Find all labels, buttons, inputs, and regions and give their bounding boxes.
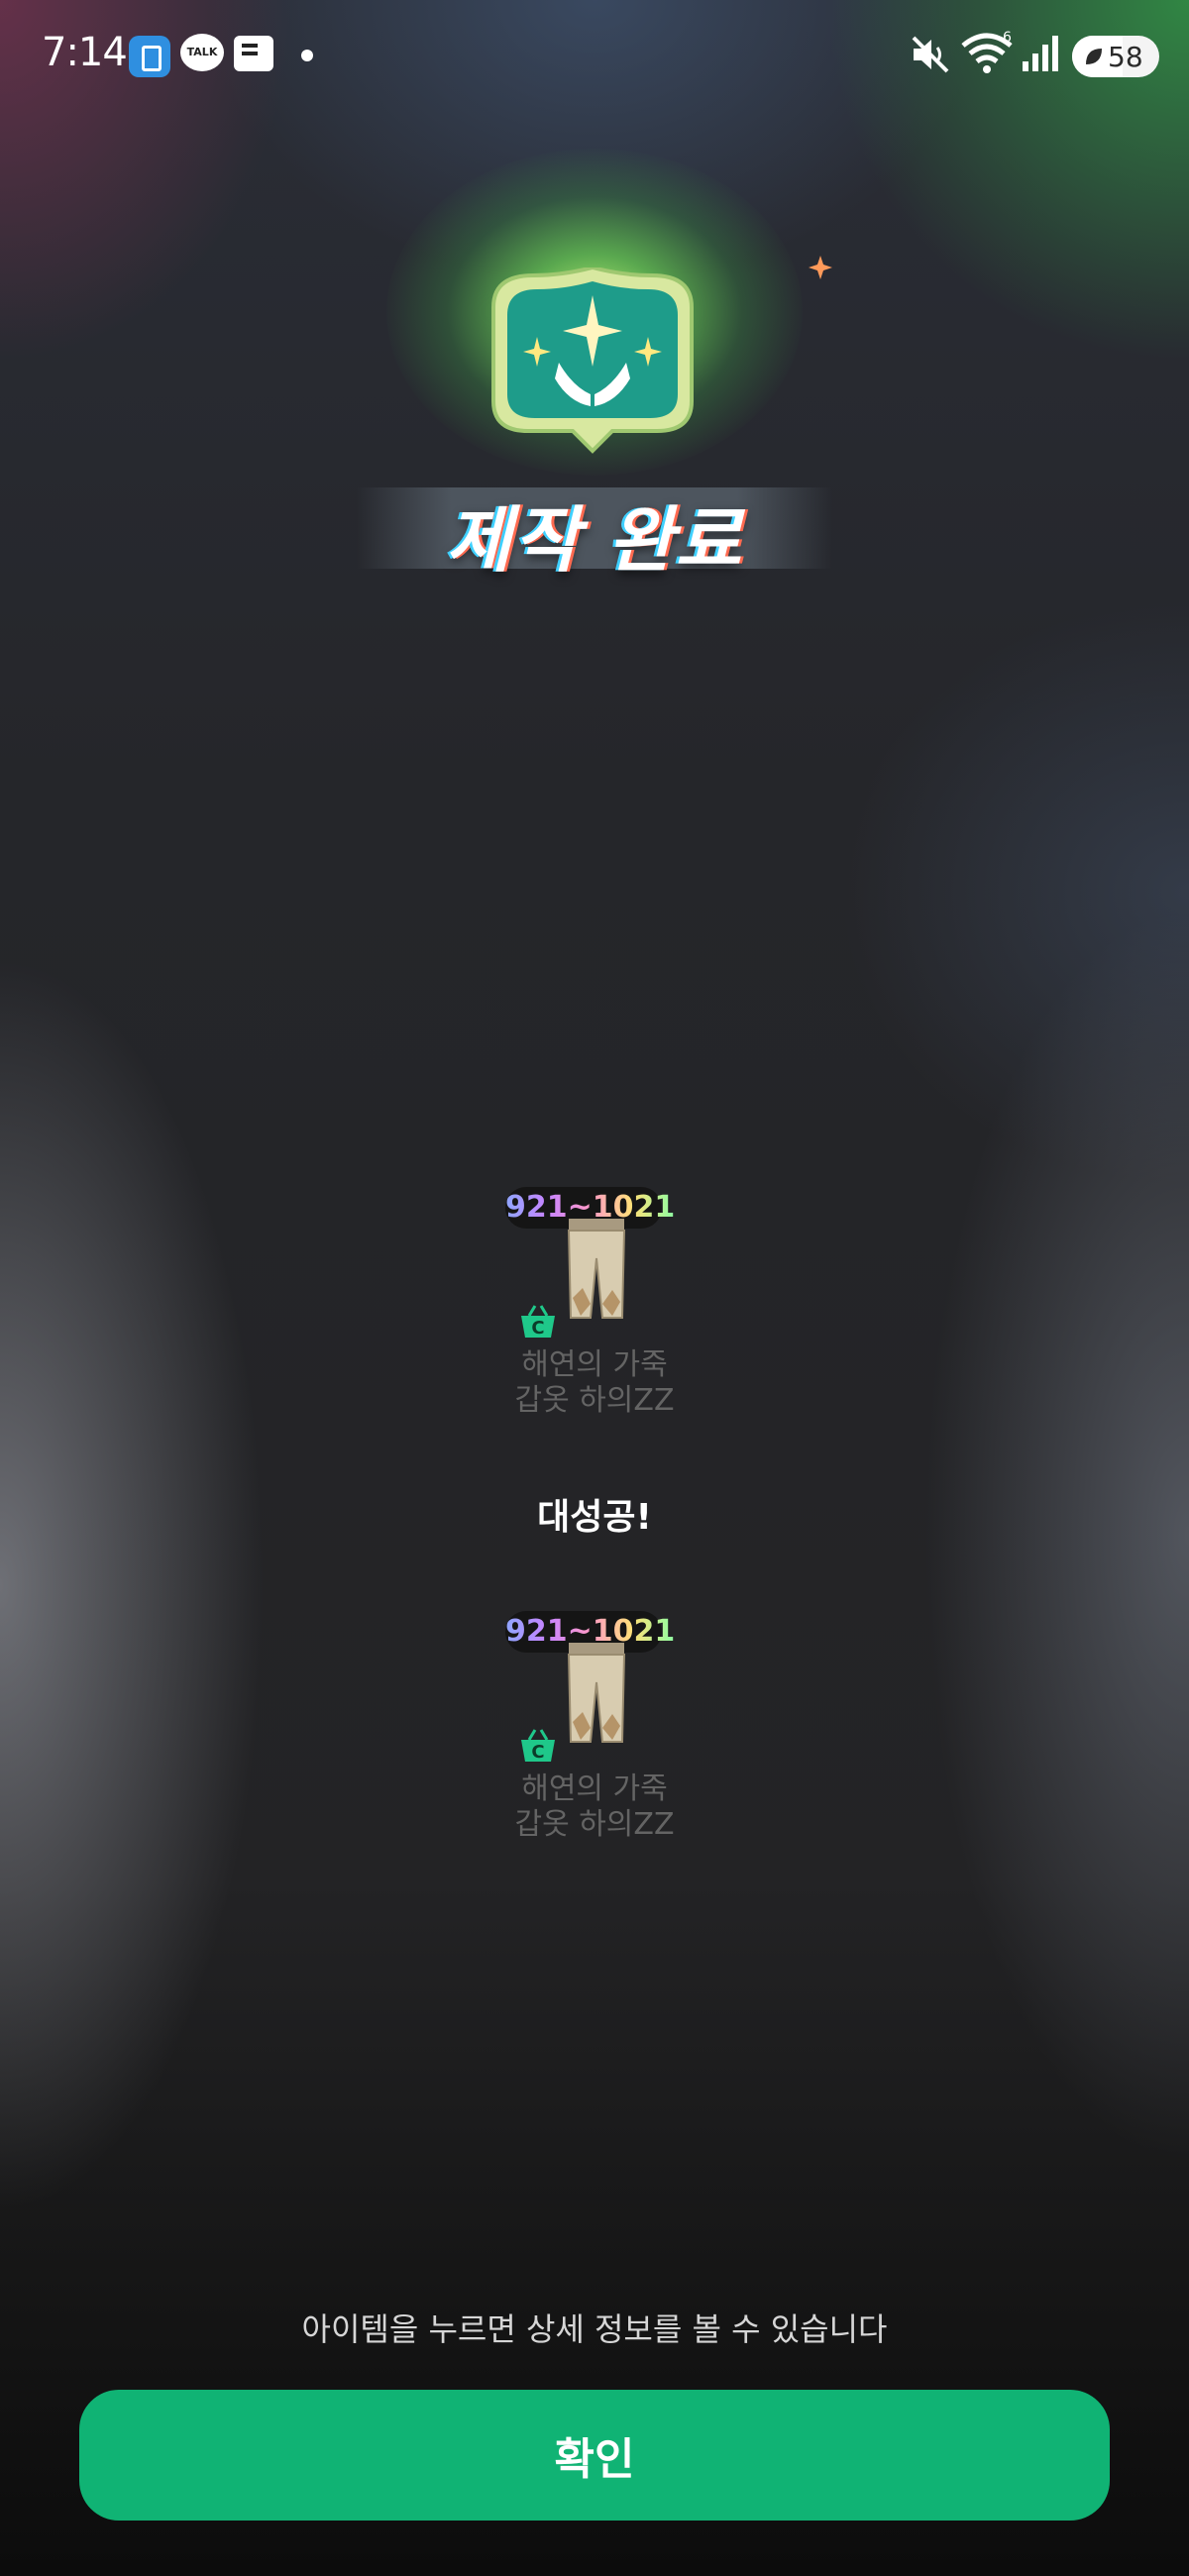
news-icon [234, 36, 273, 71]
battery-indicator: 58 [1072, 36, 1159, 77]
status-time: 7:14 [42, 30, 128, 75]
result-item[interactable]: 921~1021 C 해연의 가죽 갑옷 하의ZZ [495, 1603, 694, 1842]
svg-text:6: 6 [1003, 30, 1012, 46]
item-name: 해연의 가죽 갑옷 하의ZZ [514, 1771, 675, 1842]
svg-text:C: C [531, 1742, 544, 1763]
power-saving-leaf-icon [1086, 49, 1102, 64]
item-detail-hint: 아이템을 누르면 상세 정보를 볼 수 있습니다 [301, 2310, 888, 2348]
crafting-emblem-icon [491, 268, 694, 454]
kakaotalk-icon: TALK [180, 34, 224, 71]
svg-text:C: C [531, 1318, 544, 1339]
mute-icon [912, 36, 949, 73]
shop-basket-icon: C [521, 1729, 555, 1763]
confirm-button[interactable]: 확인 [79, 2390, 1110, 2521]
result-item[interactable]: 921~1021 C 해연의 가죽 갑옷 하의ZZ [495, 1179, 694, 1418]
page-title: 제작 완료 [445, 498, 744, 582]
sparkle-icon [809, 256, 832, 279]
more-notifications-dot-icon [301, 50, 313, 61]
status-bar: 7:14 TALK 6 58 [0, 0, 1189, 109]
app-notification-icon [129, 36, 170, 77]
great-success-text: 대성공! [537, 1497, 652, 1538]
leather-pants-icon [567, 1219, 626, 1319]
wifi-icon: 6 [961, 30, 1013, 73]
item-name: 해연의 가죽 갑옷 하의ZZ [514, 1347, 675, 1418]
leather-pants-icon [567, 1643, 626, 1743]
battery-percentage: 58 [1108, 41, 1143, 73]
signal-icon [1023, 36, 1058, 71]
shop-basket-icon: C [521, 1305, 555, 1339]
